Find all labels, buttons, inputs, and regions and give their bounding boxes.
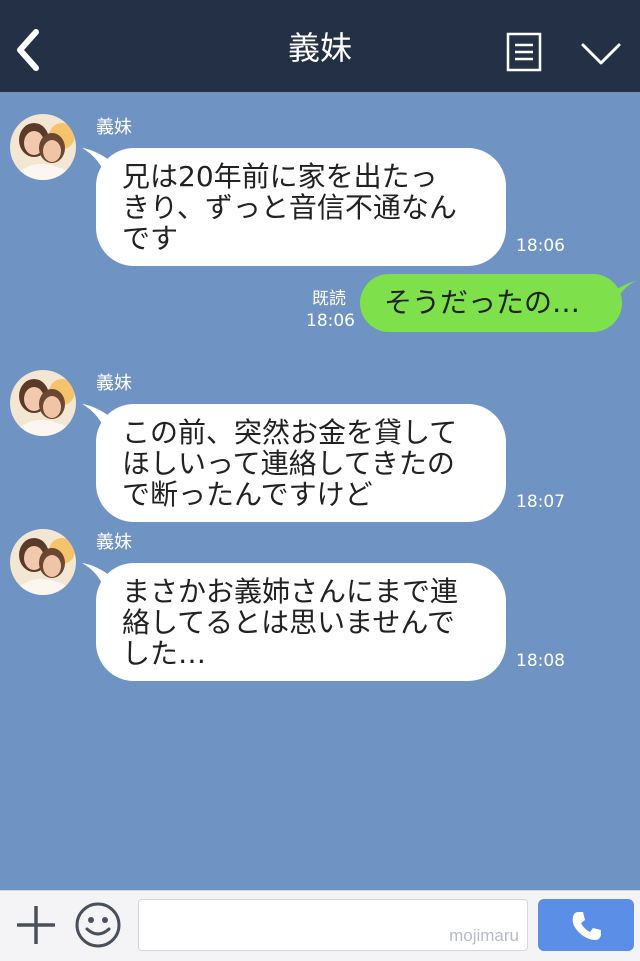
sender-name: 義妹 [96, 117, 132, 138]
avatar[interactable] [10, 114, 76, 180]
bubble-tail [82, 404, 112, 434]
avatar[interactable] [10, 529, 76, 595]
notes-icon[interactable] [506, 32, 542, 72]
phone-icon [572, 912, 601, 940]
message-time: 18:07 [516, 492, 565, 512]
message-bubble-outgoing[interactable]: そうだったの… [360, 274, 638, 332]
message-bubble-incoming[interactable]: この前、突然お金を貸して ほしいって連絡してきたの で断ったんですけど [82, 404, 506, 522]
avatar[interactable] [10, 370, 76, 436]
bubble-tail [82, 563, 112, 593]
message-line: この前、突然お金を貸して [122, 416, 458, 449]
read-receipt: 既読 18:06 [306, 288, 355, 332]
read-label: 既読 [312, 289, 346, 309]
chat-title: 義妹 [287, 29, 352, 67]
message-line: きり、ずっと音信不通なん [122, 191, 457, 224]
message-time: 18:06 [516, 236, 565, 256]
chevron-down-icon[interactable] [580, 40, 622, 68]
call-button[interactable] [538, 899, 634, 951]
sender-name: 義妹 [96, 373, 132, 394]
sender-name: 義妹 [96, 532, 132, 553]
message-line: で断ったんですけど [122, 478, 373, 511]
bubble-tail [608, 280, 638, 306]
watermark: mojimaru [449, 926, 519, 945]
message-line: 絡してるとは思いませんで [122, 606, 455, 639]
bubble-tail [82, 148, 112, 178]
message-bubble-incoming[interactable]: 兄は20年前に家を出たっ きり、ずっと音信不通なん です [82, 148, 506, 266]
chat-header: 義妹 [0, 0, 640, 92]
chat-area: 義妹 兄は20年前に家を出たっ きり、ずっと音信不通なん です 18:06 既読… [0, 92, 640, 890]
message-time: 18:06 [306, 311, 355, 331]
plus-icon[interactable] [14, 903, 58, 947]
message-line: 兄は20年前に家を出たっ [122, 160, 438, 193]
message-time: 18:08 [516, 651, 565, 671]
message-line: そうだったの… [384, 286, 581, 319]
message-line: した… [122, 637, 207, 670]
message-line: ほしいって連絡してきたの [122, 447, 455, 480]
message-input[interactable]: mojimaru [138, 899, 528, 951]
message-bubble-incoming[interactable]: まさかお義姉さんにまで連 絡してるとは思いませんで した… [82, 563, 506, 681]
message-line: です [122, 222, 179, 255]
message-line: まさかお義姉さんにまで連 [122, 575, 459, 608]
message-input-bar: mojimaru [0, 890, 640, 961]
smiley-icon[interactable] [74, 901, 122, 949]
